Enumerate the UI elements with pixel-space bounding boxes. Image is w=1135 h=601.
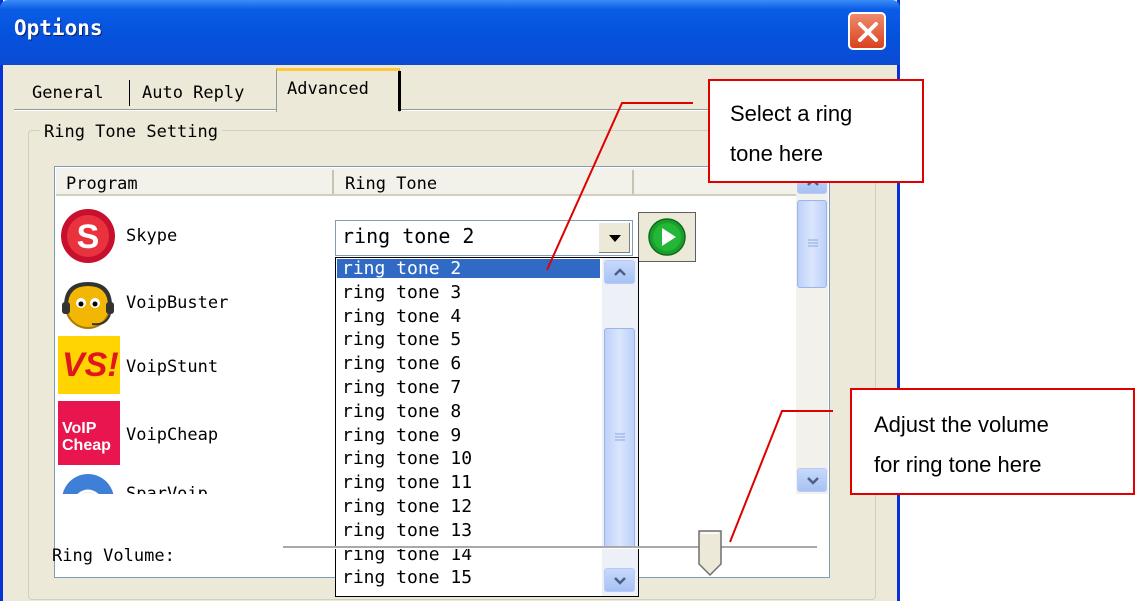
callout-ring-tone: Select a ring tone here (708, 79, 924, 183)
callout-volume-line1: Adjust the volume (874, 412, 1049, 437)
callout-ring-tone-line1: Select a ring (730, 101, 853, 126)
callout-ring-tone-line2: tone here (730, 141, 823, 166)
callout-volume-line2: for ring tone here (874, 452, 1042, 477)
callout-leader-lines (546, 102, 833, 543)
callout-volume: Adjust the volume for ring tone here (850, 388, 1135, 495)
